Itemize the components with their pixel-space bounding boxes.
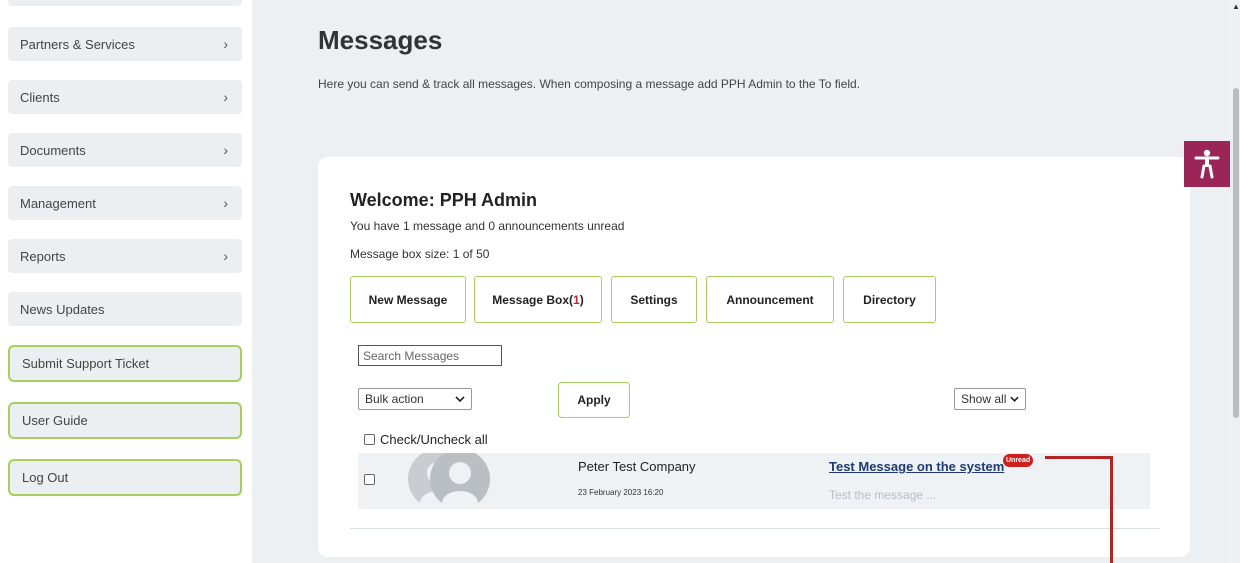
check-all-label: Check/Uncheck all [380,432,488,447]
message-row[interactable]: Peter Test Company 23 February 2023 16:2… [358,453,1150,509]
show-all-select[interactable]: Show all [954,388,1026,410]
page-title: Messages [318,25,443,55]
page-description: Here you can send & track all messages. … [318,77,861,91]
check-all-checkbox[interactable] [364,434,375,445]
new-message-label: New Message [368,292,448,307]
sidebar: Partners & Services › Clients › Document… [0,0,252,563]
message-box-size: Message box size: 1 of 50 [350,247,490,261]
chevron-right-icon: › [223,89,228,105]
chevron-down-icon [455,396,465,402]
apply-label: Apply [577,393,611,407]
message-box-count: 1 [573,292,580,307]
user-guide-button[interactable]: User Guide [8,402,242,439]
sidebar-item-label: Clients [20,89,60,105]
announcement-button[interactable]: Announcement [706,276,834,323]
settings-label: Settings [630,292,678,307]
bulk-action-select[interactable]: Bulk action [358,388,472,410]
accessibility-icon [1194,149,1220,179]
annotation-line [1110,456,1113,563]
message-box-button[interactable]: Message Box(1) [474,276,602,323]
message-sender: Peter Test Company [578,459,696,474]
directory-button[interactable]: Directory [843,276,936,323]
sidebar-item-label: Log Out [22,470,69,485]
chevron-right-icon: › [223,142,228,158]
unread-badge: Unread [1003,454,1034,467]
divider [350,528,1160,529]
chevron-right-icon: › [223,195,228,211]
show-all-value: Show all [961,392,1007,406]
chevron-right-icon: › [223,248,228,264]
chevron-right-icon: › [223,36,228,52]
accessibility-button[interactable] [1184,141,1230,187]
message-preview: Test the message ... [829,488,937,502]
message-box-label-close: ) [579,292,584,307]
sidebar-item-label: Submit Support Ticket [22,356,150,371]
new-message-button[interactable]: New Message [350,276,466,323]
sidebar-item-label: News Updates [20,301,105,317]
log-out-button[interactable]: Log Out [8,459,242,496]
bulk-action-value: Bulk action [365,392,424,406]
sidebar-item-partial [8,0,242,6]
directory-label: Directory [863,292,916,307]
welcome-heading: Welcome: PPH Admin [350,190,538,210]
sidebar-item-label: Reports [20,248,66,264]
sidebar-item-news-updates[interactable]: News Updates [8,292,242,326]
apply-button[interactable]: Apply [558,382,630,418]
sidebar-item-label: Documents [20,142,86,158]
chevron-down-icon [1010,396,1019,402]
sidebar-item-clients[interactable]: Clients › [8,80,242,114]
scrollbar-thumb[interactable] [1233,88,1239,418]
messages-card: Welcome: PPH Admin You have 1 message an… [318,157,1190,557]
message-box-label: Message Box( [492,292,573,307]
main-content: Messages Here you can send & track all m… [252,0,1230,563]
sidebar-item-reports[interactable]: Reports › [8,239,242,273]
sidebar-item-label: Partners & Services [20,36,135,52]
sidebar-item-label: User Guide [22,413,88,428]
sidebar-item-partners-services[interactable]: Partners & Services › [8,27,242,61]
scroll-up-icon[interactable]: ▲ [1232,2,1240,11]
message-date: 23 February 2023 16:20 [578,488,664,497]
sidebar-item-management[interactable]: Management › [8,186,242,220]
sidebar-item-label: Management [20,195,96,211]
annotation-line [1045,456,1113,459]
avatar-placeholder-icon [408,453,490,509]
settings-button[interactable]: Settings [611,276,697,323]
search-messages-input[interactable] [358,345,502,366]
sidebar-item-documents[interactable]: Documents › [8,133,242,167]
message-checkbox[interactable] [364,474,375,485]
announcement-label: Announcement [726,292,814,307]
message-subject-link[interactable]: Test Message on the system [829,459,1004,474]
submit-support-ticket-button[interactable]: Submit Support Ticket [8,345,242,382]
unread-summary: You have 1 message and 0 announcements u… [350,219,625,233]
